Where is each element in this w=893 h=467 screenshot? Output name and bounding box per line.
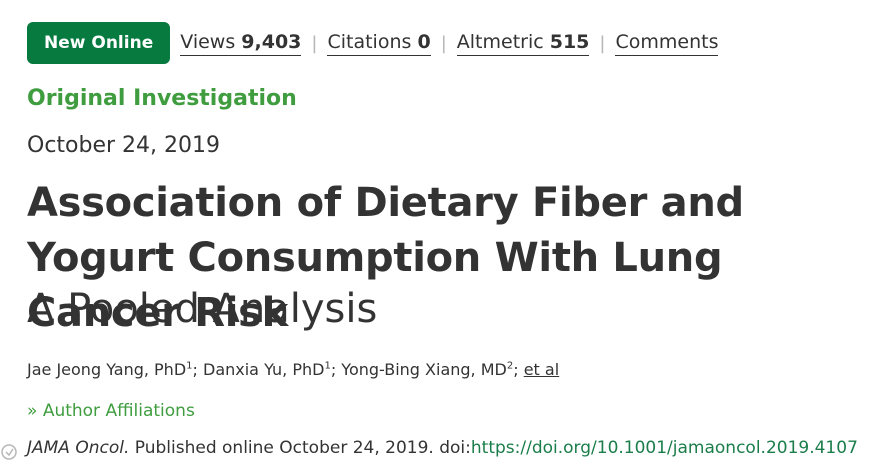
new-online-badge: New Online [27, 22, 171, 64]
author-name: Jae Jeong Yang, PhD [27, 360, 187, 379]
citations-link[interactable]: Citations 0 [327, 30, 431, 56]
author-affiliations-label: Author Affiliations [42, 401, 195, 421]
author-name: Danxia Yu, PhD [203, 360, 325, 379]
article-section: Original Investigation [27, 86, 297, 111]
et-al-link[interactable]: et al [524, 360, 559, 379]
article-subtitle: A Pooled Analysis [27, 286, 378, 332]
altmetric-label: Altmetric [456, 30, 544, 53]
author-separator: ; [192, 360, 203, 379]
separator: | [440, 32, 447, 54]
author-separator: ; [330, 360, 342, 379]
citations-label: Citations [327, 30, 412, 53]
chevron-right-icon: » [27, 401, 38, 421]
altmetric-link[interactable]: Altmetric 515 [456, 30, 590, 56]
citations-count: 0 [417, 30, 431, 53]
views-count: 9,403 [241, 30, 302, 53]
author-list: Jae Jeong Yang, PhD1; Danxia Yu, PhD1; Y… [27, 360, 559, 379]
separator: | [311, 32, 318, 54]
citation-line: JAMA Oncol. Published online October 24,… [27, 438, 858, 458]
author-name: Yong-Bing Xiang, MD [341, 360, 507, 379]
views-label: Views [180, 30, 236, 53]
author-affiliations-toggle[interactable]: » Author Affiliations [27, 401, 195, 421]
altmetric-score: 515 [549, 30, 590, 53]
watermark-icon [1, 444, 17, 460]
published-text: Published online October 24, 2019. doi: [129, 438, 471, 458]
comments-link[interactable]: Comments [615, 31, 719, 56]
separator: | [599, 32, 606, 54]
author-separator: ; [513, 360, 524, 379]
doi-link[interactable]: https://doi.org/10.1001/jamaoncol.2019.4… [471, 438, 858, 458]
publication-date: October 24, 2019 [27, 133, 221, 158]
article-metrics-bar: New Online Views 9,403 | Citations 0 | A… [27, 22, 719, 64]
journal-name: JAMA Oncol. [27, 438, 130, 458]
views-link[interactable]: Views 9,403 [180, 30, 302, 56]
